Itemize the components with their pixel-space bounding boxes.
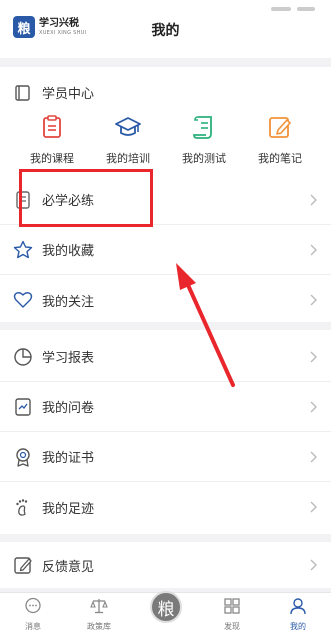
student-center-header: 学员中心 bbox=[14, 83, 94, 102]
feedback-icon bbox=[14, 557, 32, 574]
bottom-tab-bar: 消息 政策库 粮 发现 我的 bbox=[0, 591, 331, 634]
tab-label: 发现 bbox=[224, 622, 240, 631]
certificate-icon bbox=[16, 448, 30, 467]
list-item-label: 学习报表 bbox=[42, 351, 95, 366]
shortcut-label: 我的培训 bbox=[106, 152, 150, 165]
star-icon bbox=[13, 240, 33, 259]
grid-icon bbox=[224, 598, 240, 614]
chevron-right-icon bbox=[310, 244, 317, 255]
message-icon bbox=[25, 597, 41, 614]
book-open-icon bbox=[15, 84, 30, 101]
tab-mine[interactable]: 我的 bbox=[272, 597, 324, 632]
status-bar-remnant bbox=[265, 0, 325, 11]
list-item-feedback[interactable]: 反馈意见 bbox=[0, 540, 331, 590]
chevron-right-icon bbox=[310, 401, 317, 412]
graduation-cap-icon bbox=[115, 117, 141, 136]
annotation-highlight-box bbox=[19, 169, 153, 227]
my-training-button[interactable]: 我的培训 bbox=[93, 114, 163, 166]
student-center-title: 学员中心 bbox=[42, 87, 95, 102]
list-item-label: 我的证书 bbox=[42, 451, 95, 466]
header: 粮 学习兴税 XUEXI XING SHUI 我的 bbox=[0, 0, 331, 58]
survey-icon bbox=[15, 398, 31, 416]
tab-label: 消息 bbox=[25, 622, 41, 631]
tab-discover[interactable]: 发现 bbox=[206, 597, 258, 632]
tab-label: 政策库 bbox=[87, 622, 111, 631]
scroll-icon bbox=[193, 116, 212, 139]
edit-note-icon bbox=[269, 117, 291, 138]
logo-center-icon[interactable]: 粮 bbox=[150, 591, 182, 623]
feedback-card: 反馈意见 bbox=[0, 542, 331, 588]
list-item-label: 我的关注 bbox=[42, 294, 95, 310]
list-item-certificates[interactable]: 我的证书 bbox=[0, 432, 331, 482]
list-item-label: 我的收藏 bbox=[42, 244, 95, 259]
pie-chart-icon bbox=[14, 348, 32, 366]
chevron-right-icon bbox=[310, 559, 317, 571]
list-item-label: 我的问卷 bbox=[42, 401, 95, 416]
list-item-following[interactable]: 我的关注 bbox=[0, 275, 331, 325]
chevron-right-icon bbox=[310, 501, 317, 513]
chevron-right-icon bbox=[310, 451, 317, 462]
list-item-questionnaire[interactable]: 我的问卷 bbox=[0, 382, 331, 432]
list-item-label: 我的足迹 bbox=[42, 501, 95, 517]
clipboard-icon bbox=[43, 115, 61, 138]
chevron-right-icon bbox=[310, 294, 317, 306]
shortcut-label: 我的测试 bbox=[182, 152, 226, 165]
tab-messages[interactable]: 消息 bbox=[7, 597, 59, 632]
list-item-favorites[interactable]: 我的收藏 bbox=[0, 225, 331, 275]
list-item-footprints[interactable]: 我的足迹 bbox=[0, 482, 331, 532]
tab-label: 我的 bbox=[290, 622, 306, 631]
chevron-right-icon bbox=[310, 194, 317, 205]
person-icon bbox=[290, 598, 306, 615]
list-item-study-report[interactable]: 学习报表 bbox=[0, 332, 331, 382]
shortcut-grid: 我的课程 我的培训 我的测试 我的笔记 bbox=[0, 114, 331, 166]
page-title: 我的 bbox=[151, 23, 180, 39]
list-item-label: 反馈意见 bbox=[42, 559, 95, 575]
my-notes-button[interactable]: 我的笔记 bbox=[245, 114, 315, 166]
study-records-card: 学习报表 我的问卷 我的证书 我的足迹 bbox=[0, 330, 331, 534]
my-tests-button[interactable]: 我的测试 bbox=[169, 114, 239, 166]
shortcut-label: 我的笔记 bbox=[258, 152, 302, 165]
shortcut-label: 我的课程 bbox=[30, 152, 74, 165]
chevron-right-icon bbox=[310, 351, 317, 362]
my-courses-button[interactable]: 我的课程 bbox=[17, 114, 87, 166]
tab-policy-library[interactable]: 政策库 bbox=[73, 597, 125, 632]
heart-icon bbox=[13, 292, 33, 308]
footprint-icon bbox=[16, 499, 28, 516]
scales-icon bbox=[90, 599, 108, 614]
